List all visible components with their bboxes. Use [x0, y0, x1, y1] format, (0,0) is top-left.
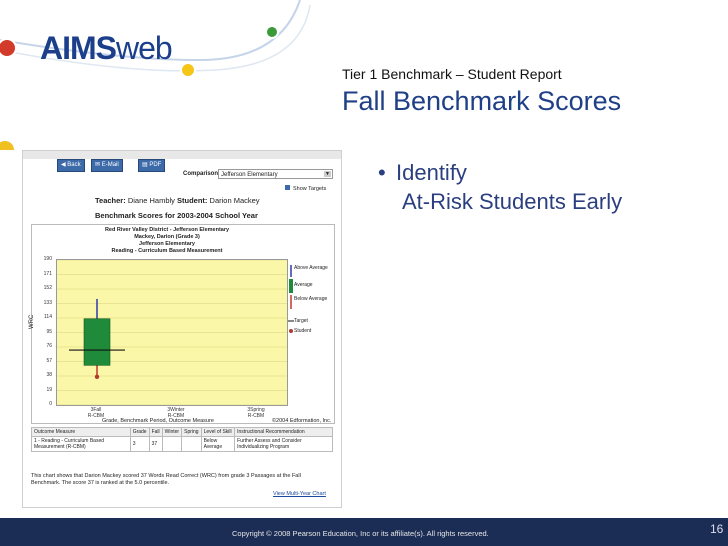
- view-multi-year-link[interactable]: View Multi-Year Chart: [273, 491, 326, 497]
- legend-target: Target: [294, 318, 308, 324]
- y-tick-label: 114: [44, 314, 52, 320]
- table-cell: [161, 436, 183, 452]
- legend-above: Above Average: [294, 265, 328, 271]
- legend-student: Student: [294, 328, 312, 334]
- table-row: 1 - Reading - Curriculum Based Measureme…: [31, 436, 333, 452]
- table-header: Level of Skill: [200, 427, 236, 437]
- comparison-select[interactable]: Jefferson Elementary ▼: [218, 169, 333, 179]
- table-header: Outcome Measure: [31, 427, 131, 437]
- y-tick-label: 133: [43, 299, 52, 306]
- slide-title: Fall Benchmark Scores: [342, 86, 622, 116]
- page-number: 16: [710, 522, 724, 536]
- table-cell: 1 - Reading - Curriculum Based Measureme…: [31, 436, 131, 452]
- y-tick-label: 76: [46, 343, 52, 349]
- chevron-down-icon: ▼: [324, 171, 331, 177]
- x-tick-label: 3Spring R-CBM: [247, 407, 265, 419]
- chart-header-line: Reading - Curriculum Based Measurement: [111, 248, 223, 254]
- show-targets-toggle[interactable]: Show Targets: [285, 185, 326, 192]
- scores-table: Outcome Measure Grade Fall Winter Spring…: [31, 427, 333, 452]
- y-tick-label: 0: [49, 401, 52, 407]
- y-tick-label: 171: [43, 270, 52, 277]
- y-tick-label: 95: [46, 328, 52, 335]
- y-tick-label: 190: [43, 256, 52, 262]
- pdf-button[interactable]: ▤ PDF: [138, 159, 166, 172]
- benchmark-chart: Red River Valley District - Jefferson El…: [29, 224, 335, 424]
- bullet-line-2: At-Risk Students Early: [402, 189, 623, 214]
- table-header: Instructional Recommendation: [234, 427, 333, 437]
- table-header: Winter: [161, 427, 183, 437]
- x-axis-label: Grade, Benchmark Period, Outcome Measure: [102, 418, 214, 424]
- legend-student-mark: [289, 329, 293, 333]
- checkbox-icon: [285, 185, 290, 190]
- table-cell: 37: [148, 436, 163, 452]
- table-header: Spring: [181, 427, 202, 437]
- comparison-label: Comparison:: [183, 171, 221, 177]
- plot-area: [56, 259, 288, 406]
- teacher-student-line: Teacher: Diane Hambly Student: Darion Ma…: [95, 196, 260, 205]
- report-panel: ◀ Back ✉ E-Mail ▤ PDF Comparison: Jeffer…: [22, 150, 342, 508]
- back-button[interactable]: ◀ Back: [57, 159, 85, 172]
- average-box: [83, 318, 111, 366]
- table-header: Fall: [148, 427, 163, 437]
- bullet-dot-icon: •: [378, 160, 386, 185]
- email-button[interactable]: ✉ E-Mail: [91, 159, 123, 172]
- y-tick-label: 57: [46, 357, 52, 364]
- table-cell: 3: [129, 436, 150, 452]
- top-strip: [23, 151, 341, 159]
- table-cell: Below Average: [200, 436, 236, 452]
- y-axis-label: WRC: [29, 314, 35, 329]
- chart-note: This chart shows that Darion Mackey scor…: [31, 473, 301, 486]
- benchmark-title: Benchmark Scores for 2003-2004 School Ye…: [95, 211, 258, 220]
- table-header: Grade: [129, 427, 150, 437]
- chart-header-line: Red River Valley District - Jefferson El…: [104, 227, 230, 233]
- student-point: [94, 374, 100, 379]
- legend-marks: [288, 265, 294, 333]
- y-tick-label: 38: [46, 372, 52, 378]
- table-header-row: Outcome Measure Grade Fall Winter Spring…: [31, 427, 333, 437]
- legend-average: Average: [294, 282, 313, 288]
- legend-average-mark: [289, 279, 293, 293]
- bullet-point: • Identify At-Risk Students Early: [378, 158, 622, 216]
- chart-credit: ©2004 Edformation, Inc.: [272, 418, 332, 424]
- aimsweb-logo: AIMSweb: [40, 30, 173, 66]
- table-cell: [181, 436, 202, 452]
- chart-header-line: Mackey, Darion (Grade 3): [134, 234, 200, 240]
- y-tick-label: 152: [43, 285, 52, 291]
- chart-header-line: Jefferson Elementary: [139, 241, 195, 247]
- table-cell: Further Assess and Consider Individualiz…: [234, 436, 333, 452]
- bullet-line-1: Identify: [396, 160, 467, 185]
- y-tick-label: 19: [46, 386, 52, 393]
- logo-swoosh-graphic: [0, 0, 311, 150]
- legend-below: Below Average: [294, 296, 328, 302]
- slide-subtitle: Tier 1 Benchmark – Student Report: [342, 66, 562, 82]
- copyright-text: Copyright © 2008 Pearson Education, Inc …: [232, 529, 489, 538]
